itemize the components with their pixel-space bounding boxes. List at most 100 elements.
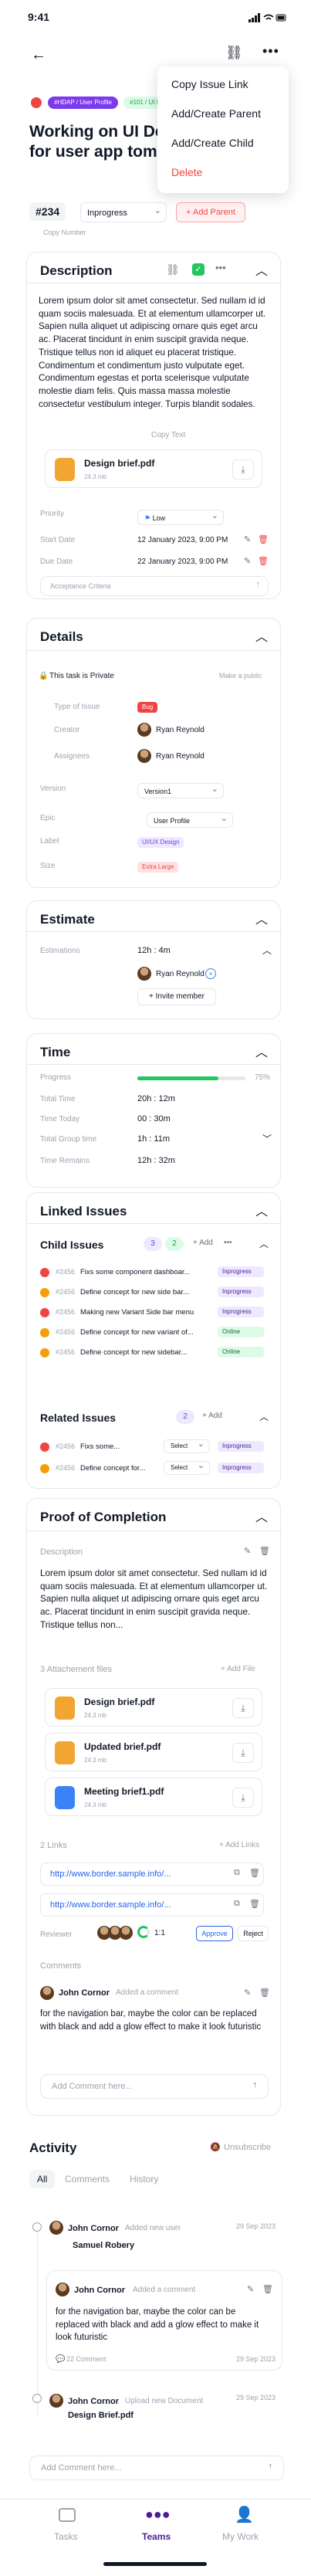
epic-dropdown[interactable]: User Profile [147, 811, 233, 828]
link-url[interactable]: http://www.border.sample.info/... [50, 1869, 171, 1879]
remove-icon[interactable]: × [205, 968, 216, 979]
add-parent-button[interactable]: + Add Parent [176, 202, 245, 222]
more-icon[interactable]: ••• [262, 43, 279, 59]
child-issue-row[interactable]: #2456 Define concept for new sidebar... … [40, 1347, 272, 1362]
issue-status[interactable]: Inprogress [218, 1307, 264, 1317]
download-icon[interactable]: ⤓ [232, 1743, 254, 1763]
reply-count[interactable]: 22 Comment [66, 2355, 106, 2363]
download-icon[interactable]: ⤓ [232, 459, 254, 480]
reject-button[interactable]: Reject [238, 1926, 269, 1941]
approve-button[interactable]: Approve [196, 1926, 233, 1941]
description-file[interactable]: Design brief.pdf 24.3 mb ⤓ [45, 449, 262, 488]
proof-comment-input[interactable]: Add Comment here... ↑ [40, 2074, 269, 2099]
child-issue-row[interactable]: #2456 Define concept for new side bar...… [40, 1286, 272, 1302]
related-issue-row[interactable]: #2456 Fixs some... Select Inprogress [40, 1438, 272, 1456]
activity-comment-input[interactable]: Add Comment here... ↑ [29, 2456, 284, 2480]
tasks-icon[interactable] [59, 2508, 76, 2522]
link-row[interactable]: http://www.border.sample.info/... ⧉ 🗑 [40, 1863, 264, 1886]
trash-icon[interactable]: 🗑 [258, 534, 269, 544]
download-icon[interactable]: ⤓ [232, 1698, 254, 1718]
menu-add-parent[interactable]: Add/Create Parent [171, 102, 275, 131]
child-issue-row[interactable]: #2456 Fixs some component dashboar... In… [40, 1266, 272, 1282]
chevron-up-icon[interactable]: ︿ [262, 944, 272, 957]
edit-icon[interactable]: ✎ [244, 1988, 251, 1998]
make-public-link[interactable]: Make a public [219, 672, 262, 680]
back-arrow-icon[interactable]: ← [31, 46, 46, 64]
menu-copy-link[interactable]: Copy Issue Link [171, 73, 275, 102]
trash-icon[interactable]: 🗑 [249, 1868, 260, 1878]
tab-all[interactable]: All [29, 2170, 56, 2188]
edit-icon[interactable]: ✎ [244, 1546, 251, 1556]
user-icon[interactable]: 👤 [235, 2505, 254, 2524]
attachment-file[interactable]: Updated brief.pdf 24.3 mb ⤓ [45, 1733, 262, 1771]
tab-comments[interactable]: Comments [65, 2170, 110, 2188]
send-icon[interactable]: ↑ [253, 2080, 258, 2090]
external-link-icon[interactable]: ⧉ [234, 1868, 240, 1878]
tab-teams[interactable]: Teams [142, 2531, 171, 2542]
start-date-value[interactable]: 12 January 2023, 9:00 PM [137, 536, 228, 544]
chevron-up-icon[interactable]: ︿ [255, 626, 268, 645]
child-issue-row[interactable]: #2456 Define concept for new variant of.… [40, 1327, 272, 1342]
related-issue-row[interactable]: #2456 Define concept for... Select Inpro… [40, 1459, 272, 1478]
issue-status[interactable]: Inprogress [218, 1286, 264, 1297]
chevron-up-icon[interactable]: ︿ [255, 1042, 268, 1060]
chevron-up-icon[interactable]: ︿ [255, 1201, 268, 1219]
trash-icon[interactable]: 🗑 [262, 2284, 273, 2294]
link-row[interactable]: http://www.border.sample.info/... ⧉ 🗑 [40, 1893, 264, 1917]
download-icon[interactable]: ⤓ [232, 1788, 254, 1808]
issue-status[interactable]: Inprogress [218, 1441, 264, 1452]
chevron-up-icon[interactable]: ︿ [259, 1410, 269, 1423]
menu-add-child[interactable]: Add/Create Child [171, 131, 275, 161]
estimation-value[interactable]: 12h : 4m [137, 946, 171, 955]
bell-off-icon[interactable]: 🔕 [210, 2142, 221, 2152]
edit-icon[interactable]: ✎ [247, 2284, 254, 2294]
add-related-button[interactable]: + Add [202, 1412, 222, 1420]
invite-member-button[interactable]: + Invite member [137, 988, 216, 1005]
link-icon[interactable]: ⛓ [225, 45, 243, 61]
priority-dropdown[interactable]: ⚑ Low [137, 508, 224, 525]
issue-status[interactable]: Inprogress [218, 1463, 264, 1473]
size-badge[interactable]: Extra Large [137, 862, 179, 873]
issue-status[interactable]: Online [218, 1347, 264, 1357]
due-date-value[interactable]: 22 January 2023, 9:00 PM [137, 558, 228, 566]
child-issue-row[interactable]: #2456 Making new Variant Side bar menu I… [40, 1307, 272, 1322]
chevron-up-icon[interactable]: ︿ [255, 260, 268, 279]
link-icon[interactable]: ⛓ [166, 263, 180, 276]
trash-icon[interactable]: 🗑 [249, 1899, 260, 1909]
send-icon[interactable]: ↑ [269, 2462, 273, 2471]
more-icon[interactable]: ••• [215, 262, 226, 273]
copy-number-link[interactable]: Copy Number [43, 229, 86, 236]
add-file-button[interactable]: + Add File [221, 1665, 255, 1673]
status-dropdown[interactable]: Inprogress [80, 201, 167, 222]
chevron-up-icon[interactable]: ︿ [255, 909, 268, 927]
acceptance-criteria-input[interactable]: Acceptance Criteria ↑ [40, 576, 269, 596]
tab-history[interactable]: History [130, 2170, 158, 2188]
send-icon[interactable]: ↑ [256, 580, 261, 589]
version-dropdown[interactable]: Version1 [137, 781, 224, 798]
chevron-up-icon[interactable]: ︿ [259, 1237, 269, 1250]
tab-my-work[interactable]: My Work [222, 2531, 259, 2542]
attachment-file[interactable]: Meeting brief1.pdf 24.3 mb ⤓ [45, 1778, 262, 1816]
attachment-file[interactable]: Design brief.pdf 24.3 mb ⤓ [45, 1688, 262, 1727]
activity-detail[interactable]: Design Brief.pdf [68, 2411, 134, 2420]
unsubscribe-link[interactable]: Unsubscribe [224, 2143, 271, 2152]
add-links-button[interactable]: + Add Links [219, 1841, 259, 1849]
relation-select[interactable]: Select [164, 1459, 210, 1475]
external-link-icon[interactable]: ⧉ [234, 1899, 240, 1909]
issue-status[interactable]: Inprogress [218, 1266, 264, 1277]
chevron-down-icon[interactable]: ﹀ [262, 1132, 272, 1145]
copy-text-link[interactable]: Copy Text [151, 431, 185, 439]
edit-icon[interactable]: ✎ [244, 556, 251, 566]
menu-delete[interactable]: Delete [171, 161, 275, 190]
tab-tasks[interactable]: Tasks [54, 2531, 78, 2542]
trash-icon[interactable]: 🗑 [259, 1988, 270, 1998]
link-url[interactable]: http://www.border.sample.info/... [50, 1900, 171, 1910]
check-icon[interactable]: ✓ [192, 263, 205, 276]
add-child-button[interactable]: + Add [193, 1239, 213, 1247]
issue-status[interactable]: Online [218, 1327, 264, 1337]
type-badge[interactable]: Bug [137, 702, 158, 713]
more-icon[interactable]: ••• [224, 1239, 232, 1247]
trash-icon[interactable]: 🗑 [259, 1546, 270, 1556]
chevron-up-icon[interactable]: ︿ [255, 1507, 268, 1525]
assignee-name[interactable]: Ryan Reynold [156, 752, 205, 761]
